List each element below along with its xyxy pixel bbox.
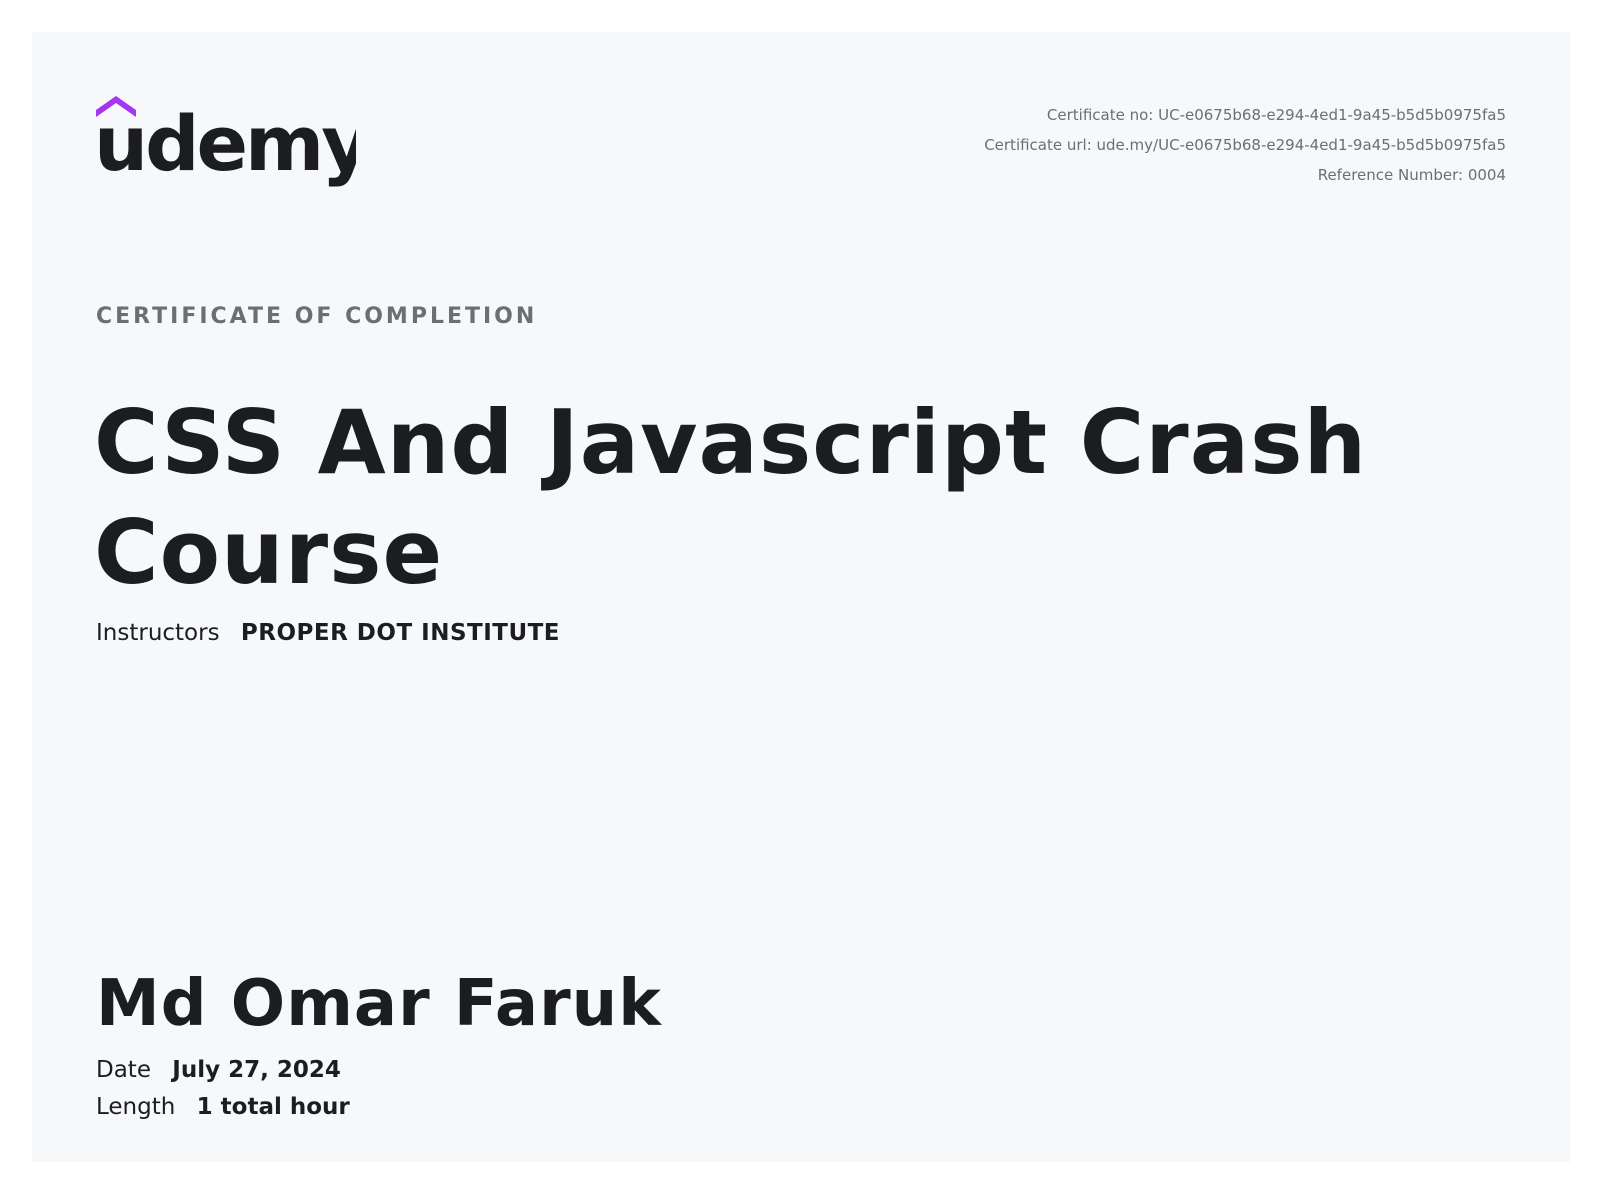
reference-number: Reference Number: 0004 (1317, 166, 1506, 184)
date-value: July 27, 2024 (172, 1057, 341, 1083)
recipient-name: Md Omar Faruk (96, 967, 662, 1041)
certificate-meta: Certificate no: UC-e0675b68-e294-4ed1-9a… (984, 100, 1506, 190)
length-label: Length (96, 1094, 176, 1120)
certificate-kicker: CERTIFICATE OF COMPLETION (96, 304, 538, 329)
udemy-logo: udemy (96, 92, 356, 192)
date-row: Date July 27, 2024 (96, 1057, 341, 1083)
course-title: CSS And Javascript Crash Course (94, 391, 1368, 604)
certificate-number: Certificate no: UC-e0675b68-e294-4ed1-9a… (1046, 106, 1506, 124)
date-label: Date (96, 1057, 151, 1083)
length-row: Length 1 total hour (96, 1094, 350, 1120)
certificate-card: udemy Certificate no: UC-e0675b68-e294-4… (32, 32, 1570, 1162)
length-value: 1 total hour (196, 1094, 350, 1120)
certificate-url: Certificate url: ude.my/UC-e0675b68-e294… (984, 136, 1506, 154)
logo-wordmark: udemy (96, 99, 356, 188)
udemy-logo-icon: udemy (96, 96, 356, 188)
instructors-row: Instructors PROPER DOT INSTITUTE (96, 620, 560, 646)
instructors-label: Instructors (96, 620, 220, 646)
instructors-value: PROPER DOT INSTITUTE (240, 620, 561, 646)
